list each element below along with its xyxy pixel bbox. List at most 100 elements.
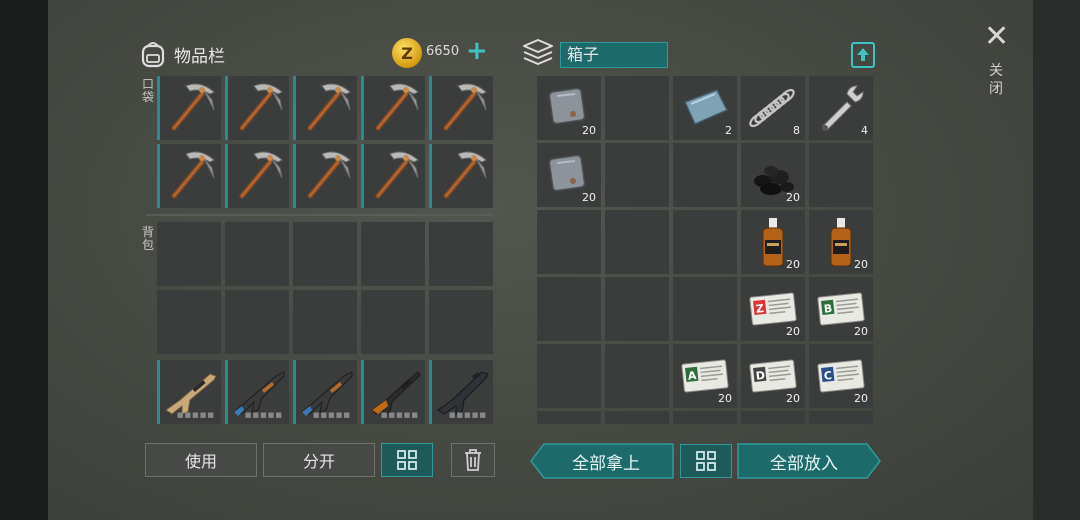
inventory-slot-empty[interactable] [225, 222, 289, 286]
box-slot[interactable]: D 20 [741, 344, 805, 408]
inventory-slot[interactable] [293, 144, 357, 208]
pocket-label: 口袋 [142, 77, 155, 104]
item-count: 20 [786, 191, 800, 204]
coin-icon: Z [392, 38, 422, 68]
left-edge [0, 0, 48, 520]
box-slot-empty[interactable] [605, 210, 669, 274]
item-count: 20 [786, 325, 800, 338]
inventory-slot[interactable]: ■■■■■ [157, 360, 221, 424]
box-slot-empty[interactable] [537, 210, 601, 274]
box-slot[interactable]: 2 [673, 76, 737, 140]
box-slot-empty[interactable] [673, 143, 737, 207]
item-count: 2 [725, 124, 732, 137]
inventory-slot[interactable] [293, 76, 357, 140]
inventory-slot-empty[interactable] [293, 290, 357, 354]
box-slot-empty[interactable] [673, 210, 737, 274]
inventory-slot[interactable]: ■■■■■ [361, 360, 425, 424]
close-icon[interactable]: ✕ [984, 22, 1009, 52]
box-slot[interactable]: 20 [741, 210, 805, 274]
inventory-slot[interactable] [361, 76, 425, 140]
backpack-icon [141, 42, 165, 68]
inventory-slot-empty[interactable] [225, 290, 289, 354]
trash-icon [465, 449, 481, 471]
box-stack-icon [523, 39, 553, 65]
inventory-slot-empty[interactable] [361, 222, 425, 286]
box-slot-empty[interactable] [605, 411, 669, 424]
box-slot-empty[interactable] [605, 277, 669, 341]
inventory-slot[interactable] [157, 76, 221, 140]
inventory-slot[interactable] [429, 76, 493, 140]
inventory-slot-empty[interactable] [429, 290, 493, 354]
item-count: 20 [786, 392, 800, 405]
inventory-slot-empty[interactable] [157, 222, 221, 286]
box-slot-empty[interactable] [809, 143, 873, 207]
box-slot[interactable]: 20 [537, 76, 601, 140]
inventory-slot[interactable] [225, 144, 289, 208]
box-slot-empty[interactable] [741, 411, 805, 424]
attachment-dots: ■■■■■ [380, 411, 419, 419]
box-slot-empty[interactable] [673, 411, 737, 424]
box-slot-empty[interactable] [537, 411, 601, 424]
box-slot[interactable]: 20 [741, 143, 805, 207]
box-slot[interactable]: 8 [741, 76, 805, 140]
item-count: 4 [861, 124, 868, 137]
box-slot-empty[interactable] [605, 76, 669, 140]
box-slot-empty[interactable] [809, 411, 873, 424]
inventory-slot[interactable]: ■■■■■ [293, 360, 357, 424]
box-slot-empty[interactable] [673, 277, 737, 341]
attachment-dots: ■■■■■ [244, 411, 283, 419]
pocket-divider [146, 214, 494, 216]
box-slot[interactable]: 4 [809, 76, 873, 140]
use-button[interactable]: 使用 [145, 443, 257, 477]
inventory-slot[interactable] [361, 144, 425, 208]
backpack-label: 背包 [142, 225, 155, 252]
split-button[interactable]: 分开 [263, 443, 375, 477]
box-slot-empty[interactable] [605, 143, 669, 207]
sort-box-button[interactable] [680, 444, 732, 478]
coin-amount: 6650 [426, 44, 460, 59]
inventory-slot-empty[interactable] [429, 222, 493, 286]
box-slot-empty[interactable] [537, 277, 601, 341]
box-slot-empty[interactable] [537, 344, 601, 408]
take-all-button[interactable]: 全部拿上 [538, 444, 674, 478]
sort-inventory-button[interactable] [381, 443, 433, 477]
put-all-button[interactable]: 全部放入 [737, 444, 871, 478]
inventory-slot-empty[interactable] [361, 290, 425, 354]
grid-sort-icon [397, 450, 417, 470]
inventory-slot[interactable] [157, 144, 221, 208]
inventory-slot[interactable] [429, 144, 493, 208]
item-count: 20 [854, 392, 868, 405]
svg-text:Z: Z [755, 302, 764, 316]
attachment-dots: ■■■■■ [448, 411, 487, 419]
inventory-slot-empty[interactable] [293, 222, 357, 286]
item-count: 8 [793, 124, 800, 137]
box-slot[interactable]: C 20 [809, 344, 873, 408]
svg-text:C: C [823, 369, 832, 383]
item-count: 20 [582, 191, 596, 204]
inventory-slot-empty[interactable] [157, 290, 221, 354]
right-edge [1033, 0, 1080, 520]
svg-text:D: D [755, 369, 765, 383]
svg-text:B: B [823, 302, 833, 316]
add-coins-button[interactable]: + [466, 36, 488, 66]
box-slot[interactable]: Z 20 [741, 277, 805, 341]
item-count: 20 [854, 258, 868, 271]
box-slot-empty[interactable] [605, 344, 669, 408]
trash-button[interactable] [451, 443, 495, 477]
inventory-slot[interactable] [225, 76, 289, 140]
box-slot[interactable]: 20 [809, 210, 873, 274]
box-slot[interactable]: 20 [537, 143, 601, 207]
item-count: 20 [786, 258, 800, 271]
attachment-dots: ■■■■■ [176, 411, 215, 419]
box-slot[interactable]: A 20 [673, 344, 737, 408]
close-label[interactable]: 关闭 [988, 62, 1004, 98]
inventory-slot[interactable]: ■■■■■ [429, 360, 493, 424]
box-slot[interactable]: B 20 [809, 277, 873, 341]
inventory-header: 物品栏 [140, 38, 225, 70]
inventory-slot[interactable]: ■■■■■ [225, 360, 289, 424]
attachment-dots: ■■■■■ [312, 411, 351, 419]
grid-sort-icon [696, 451, 716, 471]
item-count: 20 [718, 392, 732, 405]
box-title: 箱子 [560, 42, 668, 68]
upload-icon[interactable] [851, 42, 875, 68]
